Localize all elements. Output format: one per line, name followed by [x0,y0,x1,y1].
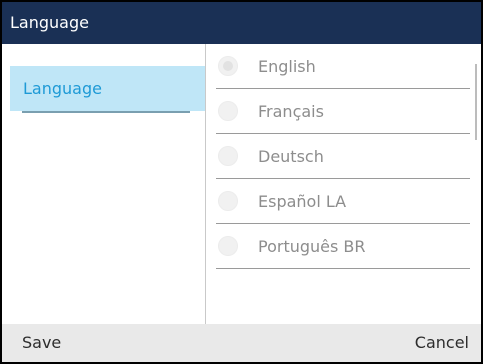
sidebar-panel: Language [2,44,206,324]
language-option-english[interactable]: English [216,44,470,89]
save-button[interactable]: Save [22,324,61,362]
sidebar-item-label: Language [23,79,102,98]
language-option-label: Español LA [258,192,347,211]
radio-unselected-icon[interactable] [218,101,238,121]
language-option-label: English [258,57,316,76]
language-option-portugues-br[interactable]: Português BR [216,224,470,269]
language-option-espanol-la[interactable]: Español LA [216,179,470,224]
radio-unselected-icon[interactable] [218,236,238,256]
scrollbar-thumb[interactable] [475,64,477,140]
page-title: Language [2,2,481,44]
language-option-label: Deutsch [258,147,324,166]
language-option-label: Français [258,102,324,121]
language-options-list: English Français Deutsch Español LA Port… [206,44,481,324]
radio-unselected-icon[interactable] [218,146,238,166]
language-option-deutsch[interactable]: Deutsch [216,134,470,179]
language-option-label: Português BR [258,237,366,256]
sidebar-item-language[interactable]: Language [10,66,205,111]
radio-unselected-icon[interactable] [218,191,238,211]
radio-selected-icon[interactable] [218,56,238,76]
language-screen: Language Language English Français Deuts… [0,0,483,364]
softkey-bar: Save Cancel [2,324,481,362]
cancel-button[interactable]: Cancel [415,324,469,362]
sidebar-item-underline [22,111,190,113]
language-option-francais[interactable]: Français [216,89,470,134]
